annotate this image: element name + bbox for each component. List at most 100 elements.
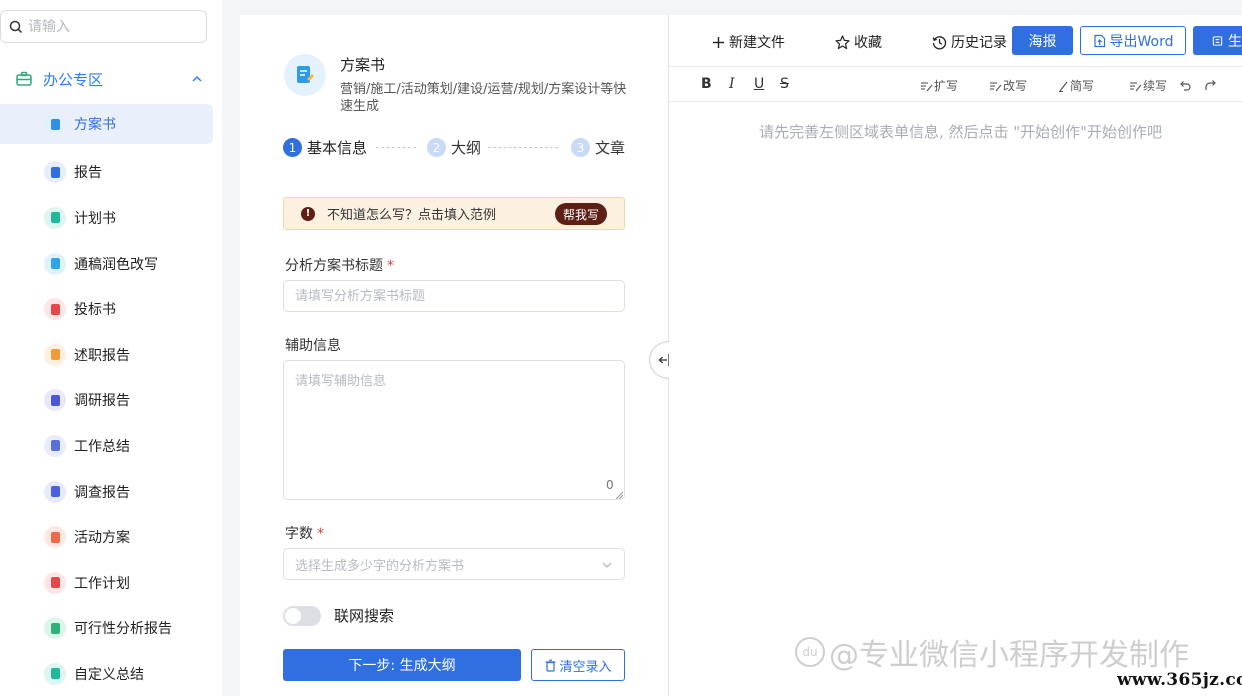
step-connector (488, 147, 558, 148)
document-icon (44, 389, 66, 412)
step-connector (376, 147, 416, 148)
rewrite-button[interactable]: 改写 (989, 77, 1027, 94)
expand-label: 扩写 (934, 79, 959, 93)
web-search-label: 联网搜索 (334, 607, 395, 625)
char-count: 0 (606, 478, 614, 492)
editor-panel: 新建文件 收藏 历史记录 海报 导出Word 生 B I U S 扩写 改写 简… (669, 15, 1242, 696)
expand-button[interactable]: 扩写 (920, 77, 958, 94)
ai-pen-icon (921, 81, 933, 91)
generate-button[interactable]: 生 (1193, 26, 1242, 55)
sidebar-item[interactable]: 工作计划 (0, 560, 213, 606)
sidebar-item[interactable]: 报告 (0, 150, 213, 196)
document-icon (44, 480, 66, 503)
step-basic-info[interactable]: 1 基本信息 (283, 137, 367, 158)
sidebar-item[interactable]: 调研报告 (0, 378, 213, 424)
history-icon (932, 35, 947, 49)
redo-icon[interactable] (1204, 79, 1217, 91)
editor-toolbar: 新建文件 收藏 历史记录 海报 导出Word 生 (669, 15, 1242, 67)
simplify-button[interactable]: 简写 (1059, 77, 1094, 94)
document-icon (44, 252, 66, 275)
bold-button[interactable]: B (701, 76, 712, 92)
undo-icon[interactable] (1178, 79, 1191, 91)
document-icon (44, 662, 66, 685)
export-word-button[interactable]: 导出Word (1080, 26, 1186, 55)
document-icon (44, 113, 66, 135)
sidebar-item[interactable]: 自定义总结 (0, 651, 213, 696)
sidebar-item[interactable]: 调查报告 (0, 469, 213, 515)
step-indicator: 1 基本信息 2 大纲 3 文章 (283, 137, 628, 159)
new-file-button[interactable]: 新建文件 (712, 32, 785, 52)
format-toolbar: B I U S 扩写 改写 简写 续写 (669, 68, 1242, 102)
form-panel: 方案书 营销/施工/活动策划/建设/运营/规划/方案设计等快速生成 1 基本信息… (240, 15, 668, 696)
group-office-zone[interactable]: 办公专区 (0, 62, 213, 96)
step-number: 2 (427, 138, 446, 157)
sidebar-item-label: 通稿润色改写 (74, 256, 158, 273)
document-icon (44, 206, 66, 229)
document-icon (44, 571, 66, 594)
trash-icon (545, 659, 556, 672)
generate-label: 生 (1228, 33, 1242, 50)
step-outline[interactable]: 2 大纲 (427, 137, 481, 158)
editor-placeholder: 请先完善左侧区域表单信息, 然后点击 "开始创作"开始创作吧 (758, 123, 1163, 141)
watermark-text: @专业微信小程序开发制作 (829, 638, 1189, 673)
rewrite-label: 改写 (1003, 79, 1028, 93)
strikethrough-button[interactable]: S (780, 76, 789, 92)
sidebar-item[interactable]: 投标书 (0, 286, 213, 332)
ai-pen-icon (1130, 81, 1142, 91)
plus-icon (713, 36, 724, 48)
export-word-label: 导出Word (1109, 33, 1174, 50)
example-tip-banner: ! 不知道怎么写？点击填入范例 帮我写 (283, 197, 625, 230)
sidebar-item[interactable]: 活动方案 (0, 514, 213, 560)
underline-button[interactable]: U (754, 76, 764, 92)
resize-grip-icon[interactable] (616, 492, 623, 499)
document-icon (284, 54, 326, 96)
group-title: 办公专区 (43, 70, 104, 89)
next-generate-outline-button[interactable]: 下一步: 生成大纲 (283, 649, 521, 681)
sidebar-item-label: 自定义总结 (74, 666, 144, 683)
document-icon (44, 617, 66, 640)
ai-pen-icon (990, 81, 1002, 91)
favorite-button[interactable]: 收藏 (835, 32, 882, 52)
document-icon (44, 526, 66, 549)
sidebar-item-label: 工作总结 (74, 438, 130, 455)
title-input[interactable] (283, 280, 625, 312)
sidebar-item[interactable]: 工作总结 (0, 423, 213, 469)
sidebar-item[interactable]: 可行性分析报告 (0, 606, 213, 652)
watermark-logo: du (795, 637, 825, 667)
search-box[interactable] (0, 10, 207, 43)
chevron-up-icon[interactable] (191, 73, 203, 85)
web-search-toggle[interactable] (283, 605, 321, 626)
sidebar-item[interactable]: 通稿润色改写 (0, 241, 213, 287)
sidebar-item-label: 活动方案 (74, 530, 130, 547)
search-input[interactable] (28, 18, 188, 35)
document-icon (44, 161, 66, 184)
sidebar-item-label: 报告 (74, 165, 102, 182)
aux-info-textarea[interactable] (283, 360, 625, 500)
sidebar-menu: 方案书报告计划书通稿润色改写 投标书述职报告 调研报告工作总结调查报告活动方案工作计… (0, 104, 213, 696)
step-label: 大纲 (451, 139, 482, 157)
label-text: 分析方案书标题 (285, 258, 383, 274)
help-me-write-button[interactable]: 帮我写 (554, 203, 607, 225)
search-icon (9, 20, 23, 33)
warning-icon: ! (301, 206, 315, 221)
briefcase-icon (16, 71, 32, 86)
continue-button[interactable]: 续写 (1129, 77, 1167, 94)
sidebar-item[interactable]: 计划书 (0, 195, 213, 241)
generate-icon (1212, 35, 1223, 46)
site-url: www.365jz.com (1117, 670, 1242, 690)
sidebar-item[interactable]: 述职报告 (0, 332, 213, 378)
sidebar-item-label: 调查报告 (74, 484, 130, 501)
title-field-label: 分析方案书标题 * (285, 255, 394, 275)
italic-button[interactable]: I (729, 76, 735, 92)
sidebar-item-label: 投标书 (74, 302, 116, 319)
poster-button[interactable]: 海报 (1012, 26, 1073, 55)
new-file-label: 新建文件 (729, 35, 785, 51)
sidebar-item[interactable]: 方案书 (0, 104, 213, 144)
step-article[interactable]: 3 文章 (571, 137, 625, 158)
word-count-select[interactable]: 选择生成多少字的分析方案书 (283, 548, 625, 580)
word-count-label: 字数 * (285, 523, 324, 543)
form-title: 方案书 (340, 56, 386, 74)
step-label: 基本信息 (307, 139, 368, 157)
history-button[interactable]: 历史记录 (932, 32, 1007, 52)
clear-input-button[interactable]: 清空录入 (531, 649, 625, 681)
